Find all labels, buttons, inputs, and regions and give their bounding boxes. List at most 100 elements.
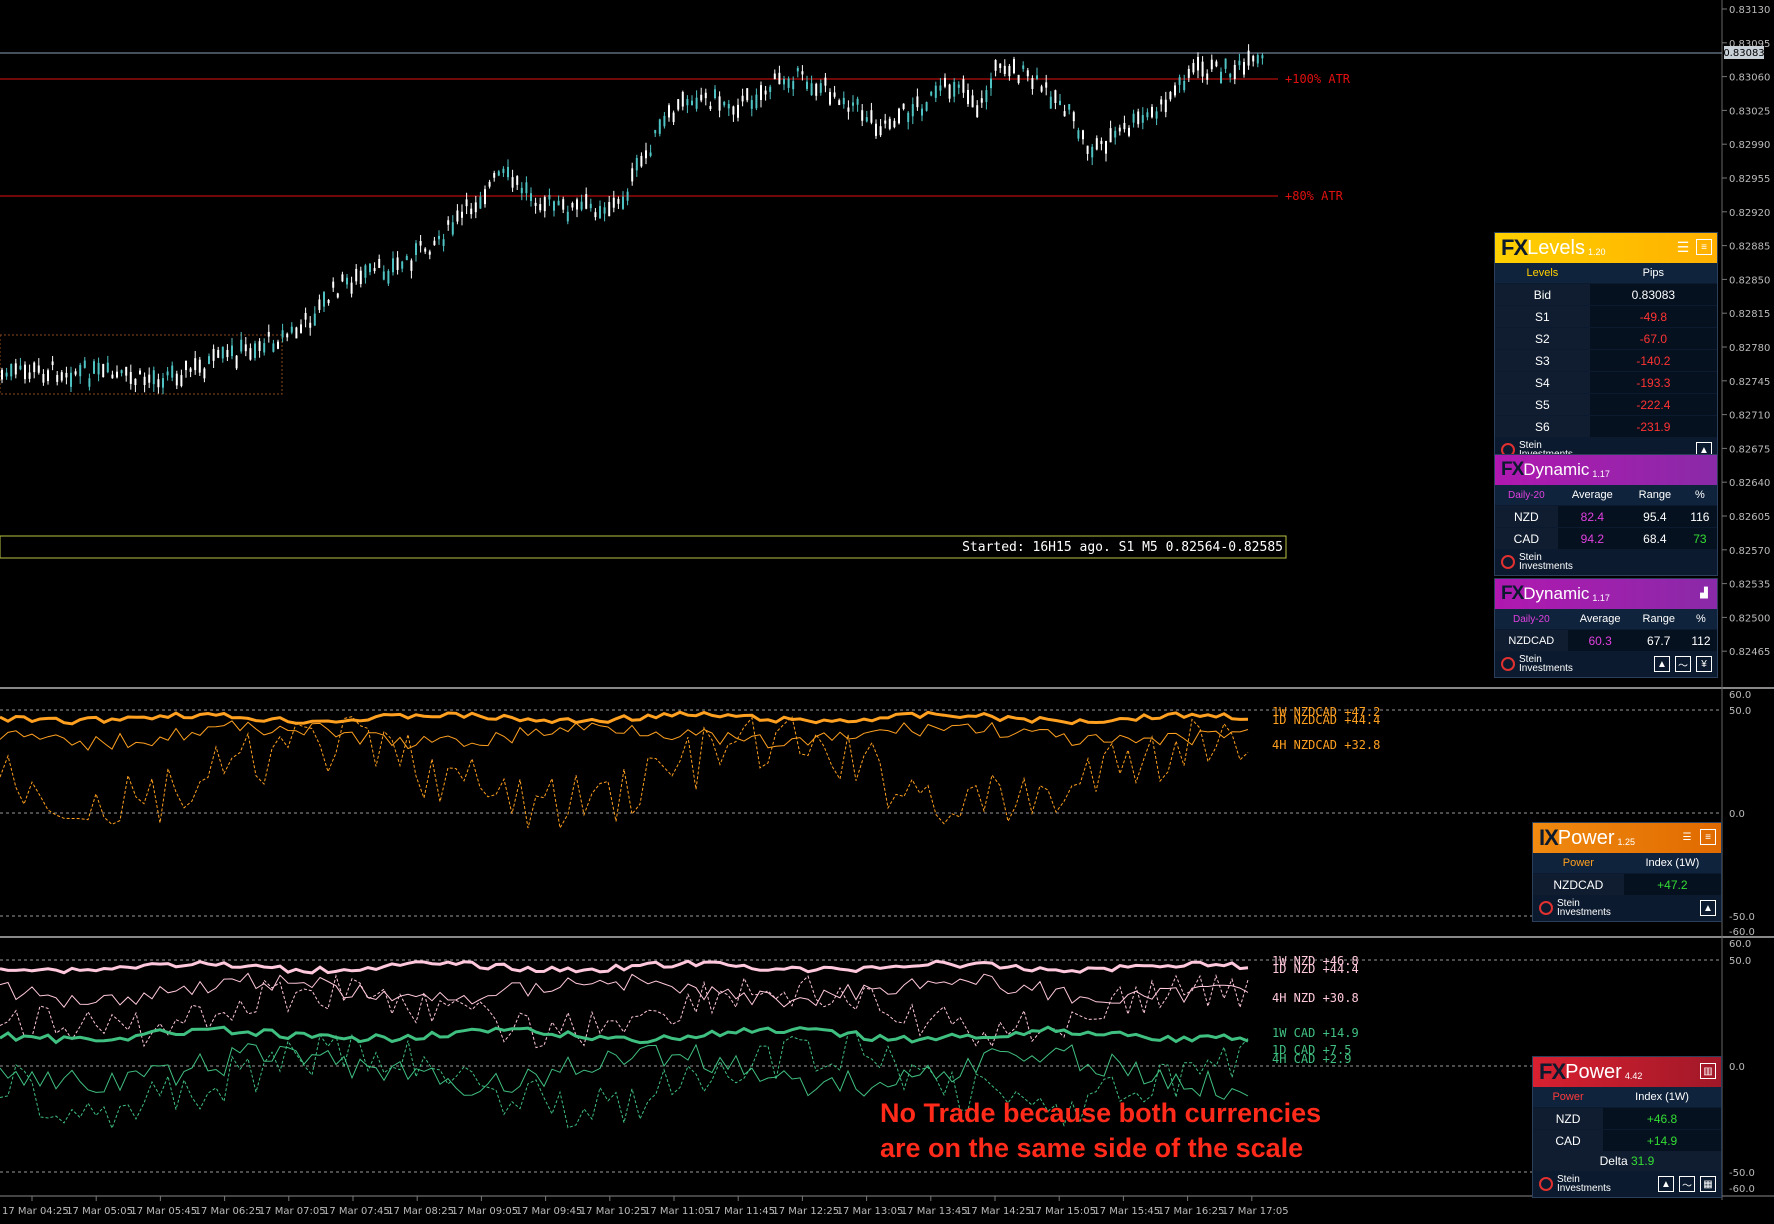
delta-label: Delta [1599,1154,1628,1168]
row-percent: 116 [1682,505,1717,528]
candle-body [341,274,344,282]
time-axis[interactable]: 17 Mar 04:2517 Mar 05:0517 Mar 05:4517 M… [2,1196,1289,1217]
fxpower-widget[interactable]: FX Power 4.42 ▥ Power Index (1W) NZD +46… [1532,1056,1722,1198]
col-percent: % [1684,609,1717,630]
candle-body [608,202,611,217]
table-row[interactable]: CAD +14.9 [1533,1129,1721,1151]
candle-body [410,260,413,271]
candle-body [746,88,749,101]
candle-body [976,105,979,118]
candle-body [787,78,790,88]
panel-icon[interactable]: ≡ [1700,829,1716,845]
table-row[interactable]: S3 -140.2 [1495,349,1717,372]
menu-icon[interactable]: ☰ [1675,239,1691,255]
bar-chart-icon[interactable]: ▥ [1700,1063,1716,1079]
fxpower-labels: 1W NZD +46.81D NZD +44.44H NZD +30.81W C… [1272,954,1359,1066]
ixpower-header[interactable]: IX Power 1.25 ☰ ≡ [1533,823,1721,853]
candle-body [668,105,670,118]
candle-body [1137,111,1140,125]
fxdynamic-header[interactable]: FX Dynamic 1.17 ▟ [1495,579,1717,609]
time-tick-label: 17 Mar 08:25 [387,1206,454,1217]
ixpower-lines[interactable] [0,710,1249,830]
table-row[interactable]: Bid 0.83083 [1495,283,1717,306]
candle-body [396,257,399,270]
fxdynamic-widget-currencies[interactable]: FX Dynamic 1.17 Daily-20 Average Range %… [1494,454,1718,576]
table-row[interactable]: NZDCAD 60.3 67.7 112 [1495,629,1717,651]
table-row[interactable]: NZD +46.8 [1533,1107,1721,1130]
ixpower-widget[interactable]: IX Power 1.25 ☰ ≡ Power Index (1W) NZDCA… [1532,822,1722,922]
row-value: -67.0 [1589,327,1717,350]
candle-body [1017,74,1020,84]
menu-icon[interactable]: ☰ [1679,829,1695,845]
line-chart-icon[interactable]: 〜 [1679,1176,1695,1192]
fxdynamic-footer: Stein Investments [1495,549,1717,575]
candle-body [640,155,643,167]
fxlevels-header[interactable]: FX Levels 1.20 ☰ ≡ [1495,233,1717,263]
price-tick-label: 0.82570 [1729,546,1770,557]
candle-body [1059,100,1061,106]
price-axis[interactable]: 0.831300.830950.830600.830250.829900.829… [1722,5,1770,658]
indicator-axis-label: -60.0 [1729,927,1755,938]
table-row[interactable]: CAD 94.2 68.4 73 [1495,527,1717,549]
alert-bell-icon[interactable]: ▲ [1658,1176,1674,1192]
candle-body [645,150,647,159]
candle-body [737,104,739,118]
candle-body [212,348,215,361]
table-row[interactable]: S4 -193.3 [1495,371,1717,394]
investments-text: Investments [1557,1183,1611,1194]
grid-icon[interactable]: ▦ [1700,1176,1716,1192]
table-row[interactable]: S1 -49.8 [1495,305,1717,328]
candle-body [1,369,3,380]
candle-body [543,197,546,212]
candle-body [1013,59,1015,74]
candle-body [1224,58,1227,69]
fxdynamic-table: Daily-20 Average Range % NZDCAD 60.3 67.… [1495,609,1717,651]
fxlevels-widget[interactable]: FX Levels 1.20 ☰ ≡ Levels Pips Bid 0.8308… [1494,232,1718,464]
indicator-label: 4H NZDCAD +32.8 [1272,738,1380,752]
table-row[interactable]: S6 -231.9 [1495,415,1717,437]
candle-body [553,201,555,211]
candle-body [451,222,454,235]
row-label: NZDCAD [1533,873,1624,895]
bar-chart-icon[interactable]: ▟ [1696,585,1712,601]
candlesticks[interactable] [1,44,1264,395]
alert-bell-icon[interactable]: ▲ [1654,656,1670,672]
fxpower-version: 4.42 [1624,1071,1643,1081]
fxdynamic-brand-fx: FX [1501,459,1524,480]
candle-body [240,339,243,352]
table-row[interactable]: S5 -222.4 [1495,393,1717,416]
candle-body [415,243,417,255]
currency-icon[interactable]: ¥ [1696,656,1712,672]
candle-body [125,366,128,376]
table-row[interactable]: S2 -67.0 [1495,327,1717,350]
candle-body [180,375,183,387]
fxdynamic-widget-pair[interactable]: FX Dynamic 1.17 ▟ Daily-20 Average Range… [1494,578,1718,678]
candle-body [286,333,289,338]
line-chart-icon[interactable]: 〜 [1675,656,1691,672]
table-row[interactable]: NZD 82.4 95.4 116 [1495,505,1717,528]
alert-bell-icon[interactable]: ▲ [1700,900,1716,916]
indicator-line [0,710,1249,726]
fxpower-header[interactable]: FX Power 4.42 ▥ [1533,1057,1721,1087]
candle-body [244,344,247,352]
candle-body [967,89,969,104]
table-row[interactable]: NZDCAD +47.2 [1533,873,1721,895]
time-tick-label: 17 Mar 07:45 [323,1206,390,1217]
stein-logo-icon [1539,1177,1553,1191]
candle-body [879,126,882,136]
candle-body [930,91,933,96]
candle-body [589,203,592,209]
candle-body [622,196,624,209]
investments-text: Investments [1519,561,1573,572]
row-range: 95.4 [1626,505,1683,528]
panel-icon[interactable]: ≡ [1696,239,1712,255]
candle-body [626,191,629,201]
time-tick-label: 17 Mar 06:25 [195,1206,262,1217]
candle-body [1206,73,1209,80]
session-box[interactable] [0,334,283,395]
candle-body [502,168,505,173]
candle-body [277,341,279,349]
indicator-axis-label: 50.0 [1729,956,1751,967]
candle-body [658,119,661,134]
fxdynamic-header[interactable]: FX Dynamic 1.17 [1495,455,1717,485]
